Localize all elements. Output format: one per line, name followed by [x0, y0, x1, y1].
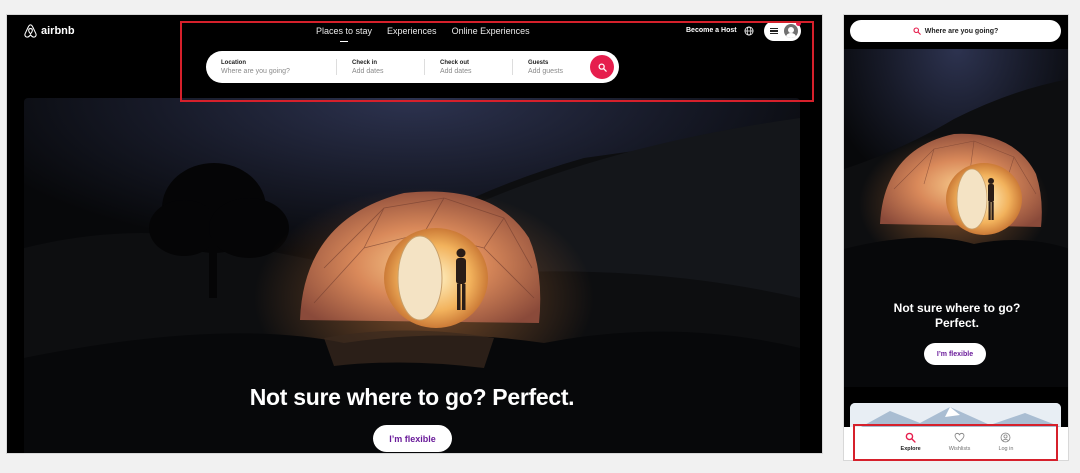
mobile-screenshot: Where are you going? Not sure where to g… — [843, 14, 1069, 461]
tab-explore[interactable]: Explore — [900, 432, 921, 460]
tab-explore-label: Explore — [900, 446, 921, 452]
stay-type-tabs: Places to stay Experiences Online Experi… — [316, 26, 530, 42]
hamburger-icon — [770, 28, 778, 34]
guests-field[interactable]: Guests Add guests — [513, 51, 591, 83]
check-in-label: Check in — [352, 59, 378, 66]
hero-banner: Not sure where to go? Perfect. I’m flexi… — [24, 98, 800, 453]
top-navigation: airbnb Places to stay Experiences Online… — [7, 15, 822, 105]
mobile-hero-image — [844, 79, 1068, 387]
search-icon — [598, 63, 607, 72]
hero-title: Not sure where to go? Perfect. — [249, 384, 575, 410]
guests-placeholder: Add guests — [528, 67, 564, 75]
search-icon — [905, 432, 916, 443]
mobile-im-flexible-button[interactable]: I’m flexible — [924, 343, 986, 365]
mobile-hero-banner: Not sure where to go? Perfect. I’m flexi… — [844, 49, 1068, 387]
notification-dot — [796, 21, 801, 26]
heart-icon — [954, 432, 965, 443]
tab-log-in-label: Log in — [998, 446, 1014, 452]
location-field[interactable]: Location Where are you going? — [206, 51, 336, 83]
tab-experiences[interactable]: Experiences — [387, 26, 437, 36]
check-in-placeholder: Add dates — [352, 67, 384, 75]
mobile-hero-title: Not sure where to go? Perfect. — [893, 301, 1021, 330]
tab-log-in[interactable]: Log in — [998, 432, 1014, 460]
check-out-placeholder: Add dates — [440, 67, 472, 75]
desktop-screenshot: airbnb Places to stay Experiences Online… — [6, 14, 823, 454]
search-icon — [913, 27, 921, 35]
tab-wishlists[interactable]: Wishlists — [948, 432, 971, 460]
airbnb-logo-icon — [24, 24, 37, 38]
check-out-field[interactable]: Check out Add dates — [425, 51, 512, 83]
tab-wishlists-label: Wishlists — [948, 446, 971, 452]
search-bar: Location Where are you going? Check in A… — [206, 51, 619, 83]
mobile-bottom-tab-bar: Explore Wishlists Log in — [844, 427, 1068, 460]
location-label: Location — [221, 59, 246, 66]
become-host-link[interactable]: Become a Host — [686, 27, 737, 34]
user-avatar-icon — [784, 24, 798, 38]
tab-online-experiences[interactable]: Online Experiences — [452, 26, 530, 36]
im-flexible-button[interactable]: I’m flexible — [373, 425, 452, 452]
user-circle-icon — [1001, 432, 1011, 443]
tab-places-to-stay[interactable]: Places to stay — [316, 26, 372, 42]
check-out-label: Check out — [440, 59, 470, 66]
guests-label: Guests — [528, 59, 549, 66]
mobile-search-placeholder: Where are you going? — [924, 27, 999, 35]
mobile-search-bar[interactable]: Where are you going? — [850, 20, 1061, 42]
location-placeholder: Where are you going? — [221, 67, 290, 75]
check-in-field[interactable]: Check in Add dates — [337, 51, 424, 83]
airbnb-logo[interactable]: airbnb — [24, 24, 75, 38]
brand-name: airbnb — [41, 25, 75, 37]
search-button[interactable] — [590, 55, 614, 79]
globe-icon[interactable] — [744, 26, 754, 36]
